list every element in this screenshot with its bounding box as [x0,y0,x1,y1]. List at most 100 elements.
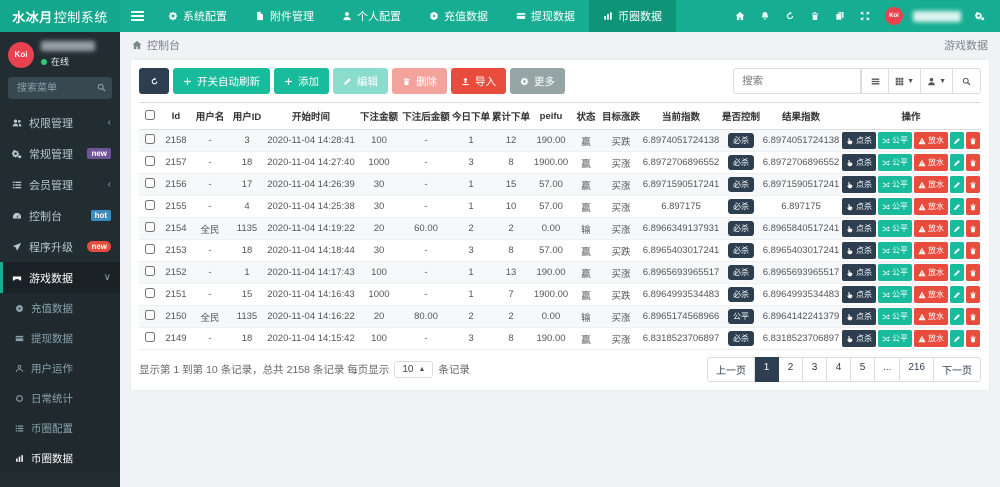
fair-button[interactable]: 公平 [878,154,912,171]
release-button[interactable]: 放水 [914,308,948,325]
pagination-page[interactable]: 5 [851,357,875,382]
sidebar-toggle-button[interactable] [120,0,154,32]
row-checkbox[interactable] [145,178,155,188]
page-size-select[interactable]: 10▲ [394,361,433,378]
search-button[interactable] [953,68,981,94]
fair-button[interactable]: 公平 [878,308,912,325]
delete-row-button[interactable] [966,176,980,193]
import-button[interactable]: 导入 [451,68,506,94]
release-button[interactable]: 放水 [914,154,948,171]
sidebar-subitem-withdraw-data[interactable]: 提现数据 [0,323,120,353]
sidebar-subitem-daily-stats[interactable]: 日常统计 [0,383,120,413]
pagination-page[interactable]: 216 [900,357,934,382]
edit-row-button[interactable] [950,154,964,171]
sidebar-item-console[interactable]: 控制台 hot [0,200,120,231]
pagination-next[interactable]: 下一页 [934,357,981,382]
top-menu-withdraw-data[interactable]: 提现数据 [502,0,589,32]
delete-row-button[interactable] [966,154,980,171]
avatar[interactable]: Koi [8,42,34,68]
column-header-start-time[interactable]: 开始时间 [265,103,357,130]
edit-row-button[interactable] [950,198,964,215]
release-button[interactable]: 放水 [914,286,948,303]
sidebar-subitem-coin-config[interactable]: 币圈配置 [0,413,120,443]
row-checkbox[interactable] [145,288,155,298]
fair-button[interactable]: 公平 [878,176,912,193]
top-menu-system-config[interactable]: 系统配置 [154,0,241,32]
edit-row-button[interactable] [950,330,964,347]
sidebar-item-members[interactable]: 会员管理 ‹ [0,169,120,200]
release-button[interactable]: 放水 [914,132,948,149]
kill-button[interactable]: 点杀 [842,220,876,237]
delete-row-button[interactable] [966,264,980,281]
top-menu-recharge-data[interactable]: 充值数据 [415,0,502,32]
kill-button[interactable]: 点杀 [842,330,876,347]
release-button[interactable]: 放水 [914,242,948,259]
pagination-page[interactable]: 1 [755,357,779,382]
edit-row-button[interactable] [950,176,964,193]
release-button[interactable]: 放水 [914,220,948,237]
delete-button[interactable]: 删除 [392,68,447,94]
columns-button[interactable]: ▼ [889,68,921,94]
avatar[interactable]: Koi [885,7,903,25]
add-button[interactable]: 添加 [274,68,329,94]
column-header-id[interactable]: Id [161,103,191,130]
more-button[interactable]: 更多 [510,68,565,94]
row-checkbox[interactable] [145,332,155,342]
delete-row-button[interactable] [966,286,980,303]
delete-row-button[interactable] [966,220,980,237]
kill-button[interactable]: 点杀 [842,286,876,303]
sidebar-subitem-coin-data[interactable]: 币圈数据 [0,443,120,473]
sidebar-subitem-recharge-data[interactable]: 充值数据 [0,293,120,323]
delete-row-button[interactable] [966,308,980,325]
column-header-current-index[interactable]: 当前指数 [641,103,721,130]
pagination-page[interactable]: 4 [827,357,851,382]
column-header-peifu[interactable]: peifu [531,103,571,130]
release-button[interactable]: 放水 [914,330,948,347]
home-button[interactable] [727,0,752,32]
copy-button[interactable] [827,0,852,32]
kill-button[interactable]: 点杀 [842,176,876,193]
top-menu-attachments[interactable]: 附件管理 [241,0,328,32]
refresh-button[interactable] [777,0,802,32]
row-checkbox[interactable] [145,310,155,320]
delete-row-button[interactable] [966,132,980,149]
release-button[interactable]: 放水 [914,176,948,193]
row-checkbox[interactable] [145,222,155,232]
fair-button[interactable]: 公平 [878,242,912,259]
fair-button[interactable]: 公平 [878,132,912,149]
edit-row-button[interactable] [950,286,964,303]
auto-refresh-toggle-button[interactable]: 开关自动刷新 [173,68,270,94]
kill-button[interactable]: 点杀 [842,308,876,325]
column-header-username[interactable]: 用户名 [191,103,229,130]
fair-button[interactable]: 公平 [878,264,912,281]
export-button[interactable]: ▼ [921,68,953,94]
select-all-checkbox[interactable] [145,110,155,120]
row-checkbox[interactable] [145,156,155,166]
edit-row-button[interactable] [950,264,964,281]
breadcrumb-current[interactable]: 控制台 [147,37,180,53]
settings-button[interactable] [967,0,992,32]
kill-button[interactable]: 点杀 [842,154,876,171]
top-menu-profile[interactable]: 个人配置 [328,0,415,32]
column-header-total-orders[interactable]: 累计下单 [491,103,531,130]
fullscreen-button[interactable] [852,0,877,32]
delete-row-button[interactable] [966,242,980,259]
row-checkbox[interactable] [145,244,155,254]
sidebar-subitem-user-operation[interactable]: 用户运作 [0,353,120,383]
column-header-after-bet[interactable]: 下注后金额 [401,103,451,130]
fair-button[interactable]: 公平 [878,198,912,215]
fair-button[interactable]: 公平 [878,286,912,303]
column-header-target[interactable]: 目标涨跌 [601,103,641,130]
delete-row-button[interactable] [966,330,980,347]
fair-button[interactable]: 公平 [878,220,912,237]
fair-button[interactable]: 公平 [878,330,912,347]
edit-row-button[interactable] [950,308,964,325]
row-checkbox[interactable] [145,266,155,276]
column-header-result-index[interactable]: 结果指数 [761,103,841,130]
column-header-userid[interactable]: 用户ID [229,103,265,130]
row-checkbox[interactable] [145,200,155,210]
row-checkbox[interactable] [145,134,155,144]
edit-row-button[interactable] [950,220,964,237]
sidebar-item-permissions[interactable]: 权限管理 ‹ [0,107,120,138]
delete-row-button[interactable] [966,198,980,215]
